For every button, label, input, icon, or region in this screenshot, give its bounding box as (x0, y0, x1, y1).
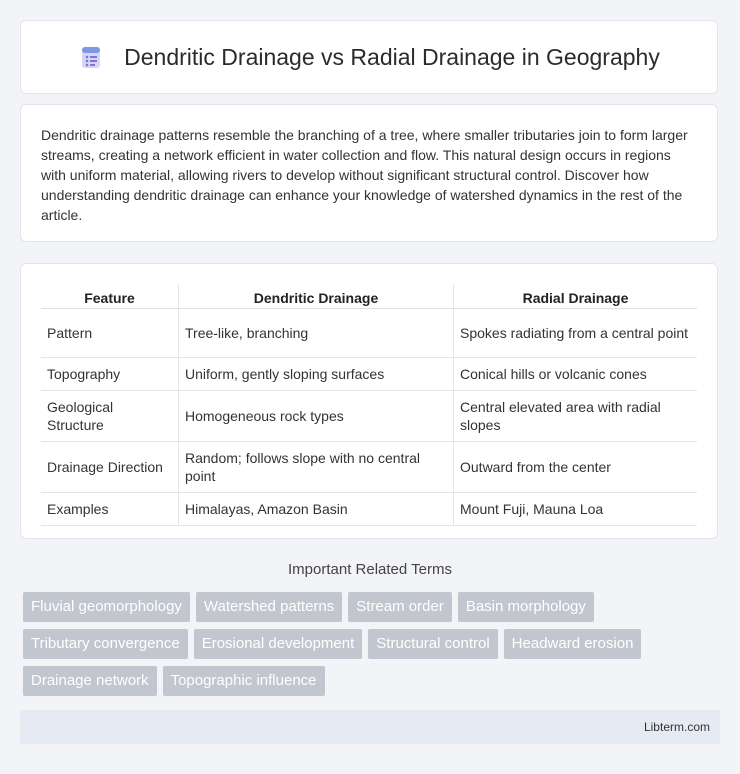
table-header-row: Feature Dendritic Drainage Radial Draina… (41, 284, 697, 309)
related-term-tag[interactable]: Structural control (368, 629, 498, 659)
column-header: Feature (41, 284, 179, 309)
table-cell: Mount Fuji, Mauna Loa (453, 492, 697, 526)
related-term-tag[interactable]: Watershed patterns (195, 592, 343, 622)
related-term-tag[interactable]: Headward erosion (503, 629, 642, 659)
related-term-tag[interactable]: Stream order (348, 592, 452, 622)
related-term-tag[interactable]: Erosional development (193, 629, 363, 659)
table-cell: Geological Structure (41, 390, 179, 442)
comparison-table: Feature Dendritic Drainage Radial Draina… (41, 284, 697, 526)
table-cell: Topography (41, 357, 179, 391)
document-icon (82, 47, 101, 68)
intro-card: Dendritic drainage patterns resemble the… (20, 104, 718, 242)
table-cell: Uniform, gently sloping surfaces (178, 357, 454, 391)
table-cell: Tree-like, branching (178, 308, 454, 358)
related-term-tag[interactable]: Tributary convergence (23, 629, 188, 659)
column-header: Radial Drainage (453, 284, 697, 309)
table-cell: Examples (41, 492, 179, 526)
related-terms-list: Fluvial geomorphology Watershed patterns… (23, 592, 723, 703)
page-title: Dendritic Drainage vs Radial Drainage in… (124, 43, 660, 70)
related-term-tag[interactable]: Topographic influence (162, 666, 325, 696)
table-row: Examples Himalayas, Amazon Basin Mount F… (41, 492, 697, 526)
related-term-tag[interactable]: Basin morphology (457, 592, 594, 622)
table-cell: Outward from the center (453, 441, 697, 493)
related-term-tag[interactable]: Fluvial geomorphology (23, 592, 190, 622)
footer: Libterm.com (20, 710, 720, 744)
table-cell: Spokes radiating from a central point (453, 308, 697, 358)
table-cell: Random; follows slope with no central po… (178, 441, 454, 493)
related-terms-title: Important Related Terms (288, 561, 452, 578)
column-header: Dendritic Drainage (178, 284, 454, 309)
table-cell: Homogeneous rock types (178, 390, 454, 442)
table-cell: Himalayas, Amazon Basin (178, 492, 454, 526)
table-cell: Drainage Direction (41, 441, 179, 493)
table-row: Drainage Direction Random; follows slope… (41, 441, 697, 493)
table-row: Pattern Tree-like, branching Spokes radi… (41, 308, 697, 358)
table-row: Topography Uniform, gently sloping surfa… (41, 357, 697, 391)
table-row: Geological Structure Homogeneous rock ty… (41, 390, 697, 442)
table-cell: Pattern (41, 308, 179, 358)
intro-text: Dendritic drainage patterns resemble the… (41, 127, 688, 223)
table-cell: Conical hills or volcanic cones (453, 357, 697, 391)
footer-site-link[interactable]: Libterm.com (644, 720, 710, 734)
related-term-tag[interactable]: Drainage network (23, 666, 157, 696)
header-card: Dendritic Drainage vs Radial Drainage in… (20, 20, 718, 94)
comparison-card: Feature Dendritic Drainage Radial Draina… (20, 263, 718, 539)
table-cell: Central elevated area with radial slopes (453, 390, 697, 442)
